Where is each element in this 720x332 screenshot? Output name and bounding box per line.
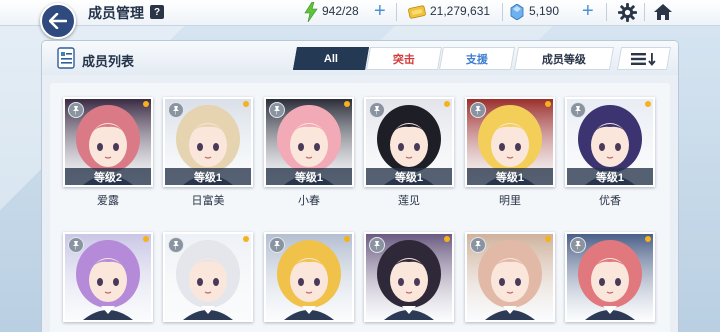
sort-criteria-select[interactable]: 成员等级 [513,47,615,70]
add-ap-button[interactable]: + [374,1,386,21]
pin-icon[interactable] [269,237,285,253]
student-name: 明里 [499,195,521,207]
tab-all[interactable]: All [292,47,370,70]
student-name: 小春 [298,195,320,207]
panel-title: 成员列表 [82,54,135,69]
pin-icon[interactable] [470,237,486,253]
divider [396,3,397,21]
student-card[interactable]: 等级1 [163,97,253,187]
notification-dot [645,236,651,242]
student-name: 日富美 [191,195,225,207]
gems-counter: 5,190 [529,4,560,18]
pin-icon[interactable] [369,102,385,118]
divider [502,3,503,21]
sort-order-button[interactable] [616,47,672,70]
notification-dot [444,101,450,107]
home-icon[interactable] [653,2,673,27]
notification-dot [143,236,149,242]
notification-dot [645,101,651,107]
credits-counter: 21,279,631 [430,4,491,18]
tab-special[interactable]: 支援 [438,47,516,70]
level-badge: 等级1 [165,168,251,185]
tab-all-label: All [323,52,339,65]
student-card[interactable]: 等级1 [465,97,555,187]
help-button[interactable]: ? [150,5,164,19]
student-card[interactable] [163,232,253,322]
student-card[interactable]: 等级2 [63,97,153,187]
student-name: 莲见 [398,195,420,207]
back-arrow-icon [49,13,67,29]
level-badge: 等级1 [366,168,452,185]
notification-dot [243,236,249,242]
back-button[interactable] [40,3,76,39]
level-badge: 等级1 [266,168,352,185]
add-gems-button[interactable]: + [582,1,594,21]
ap-bolt-icon [304,1,318,27]
student-card[interactable] [364,232,454,322]
pin-icon[interactable] [470,102,486,118]
ap-counter: 942/28 [322,4,359,18]
notification-dot [444,236,450,242]
top-bar: 成员管理 ? 942/28 + 21,279,631 5,190 + [0,0,720,26]
level-badge: 等级1 [567,168,653,185]
level-badge: 等级1 [467,168,553,185]
notification-dot [243,101,249,107]
student-name: 优香 [599,195,621,207]
role-filter-tabs: All 突击 支援 [292,47,516,70]
divider [644,3,645,21]
tab-striker-label: 突击 [393,53,415,66]
page-title: 成员管理 [88,5,144,21]
notification-dot [545,236,551,242]
student-card[interactable] [565,232,655,322]
roster-list-icon [56,47,76,74]
pin-icon[interactable] [168,102,184,118]
tab-striker[interactable]: 突击 [365,47,443,70]
sort-descending-icon [631,52,656,66]
settings-gear-icon[interactable] [618,3,637,27]
student-card[interactable] [465,232,555,322]
pin-icon[interactable] [570,102,586,118]
panel-header: 成员列表 All 突击 支援 成员等级 [42,41,678,75]
pin-icon[interactable] [168,237,184,253]
pin-icon[interactable] [269,102,285,118]
notification-dot [143,101,149,107]
notification-dot [545,101,551,107]
notification-dot [344,236,350,242]
student-name: 爱露 [97,195,119,207]
student-card[interactable]: 等级1 [364,97,454,187]
level-badge: 等级2 [65,168,151,185]
student-card[interactable]: 等级1 [565,97,655,187]
pin-icon[interactable] [570,237,586,253]
divider [606,3,607,21]
notification-dot [344,101,350,107]
member-list-panel: 成员列表 All 突击 支援 成员等级 等级2 爱露 等级1 日富美 等级1 小春 等级1 莲… [42,41,678,332]
credits-icon [408,4,426,25]
tab-special-label: 支援 [466,53,488,66]
student-card[interactable] [264,232,354,322]
pin-icon[interactable] [369,237,385,253]
student-card[interactable] [63,232,153,322]
student-grid: 等级2 爱露 等级1 日富美 等级1 小春 等级1 莲见 等级1 明里 等级1 优香 [50,83,670,332]
pin-icon[interactable] [68,102,84,118]
pin-icon[interactable] [68,237,84,253]
pyroxene-gem-icon [510,3,524,25]
student-card[interactable]: 等级1 [264,97,354,187]
sort-criteria-label: 成员等级 [542,53,586,66]
